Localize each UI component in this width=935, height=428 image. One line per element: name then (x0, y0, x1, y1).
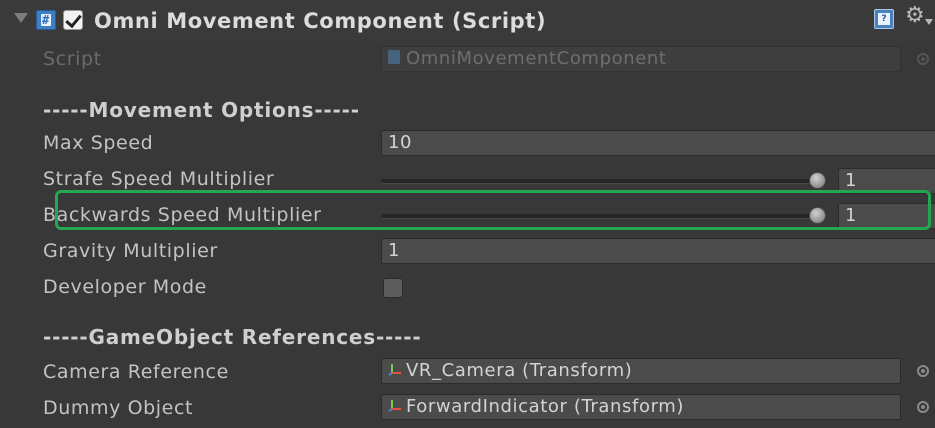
camera-reference-field[interactable]: VR_Camera (Transform) (381, 358, 901, 384)
camera-reference-picker-icon[interactable] (917, 365, 929, 377)
developer-mode-label: Developer Mode (43, 276, 207, 298)
transform-icon (388, 364, 401, 376)
help-book-icon[interactable]: ? (874, 9, 894, 29)
strafe-speed-multiplier-label: Strafe Speed Multiplier (43, 168, 275, 190)
transform-icon (388, 400, 401, 412)
component-title: Omni Movement Component (Script) (94, 9, 547, 33)
camera-reference-value: VR_Camera (Transform) (406, 360, 633, 381)
component-header: Omni Movement Component (Script) ? ⚙ (0, 0, 935, 46)
strafe-speed-slider-thumb[interactable] (809, 172, 826, 189)
script-field: OmniMovementComponent (381, 46, 901, 72)
developer-mode-checkbox[interactable] (383, 278, 403, 298)
gravity-multiplier-input[interactable]: 1 (381, 238, 935, 264)
script-object-picker-icon (917, 53, 929, 65)
strafe-speed-slider-track[interactable] (381, 179, 826, 183)
script-field-value: OmniMovementComponent (406, 48, 667, 69)
dummy-object-field[interactable]: ForwardIndicator (Transform) (381, 394, 901, 420)
gear-icon[interactable]: ⚙ (905, 5, 925, 27)
dummy-object-picker-icon[interactable] (917, 401, 929, 413)
highlight-annotation-box (55, 190, 931, 230)
movement-options-header: -----Movement Options----- (43, 98, 360, 122)
gameobject-references-header: -----GameObject References----- (43, 325, 422, 349)
max-speed-label: Max Speed (43, 132, 154, 154)
camera-reference-label: Camera Reference (43, 361, 229, 383)
gear-dropdown-caret-icon[interactable] (925, 19, 933, 25)
dummy-object-value: ForwardIndicator (Transform) (406, 396, 685, 417)
script-label: Script (43, 48, 102, 70)
gravity-multiplier-label: Gravity Multiplier (43, 240, 218, 262)
csharp-script-icon (36, 10, 56, 30)
component-enabled-checkbox[interactable] (63, 10, 83, 30)
foldout-arrow-icon[interactable] (14, 13, 28, 23)
dummy-object-label: Dummy Object (43, 397, 194, 419)
script-file-icon (388, 50, 400, 64)
max-speed-input[interactable]: 10 (381, 130, 935, 156)
